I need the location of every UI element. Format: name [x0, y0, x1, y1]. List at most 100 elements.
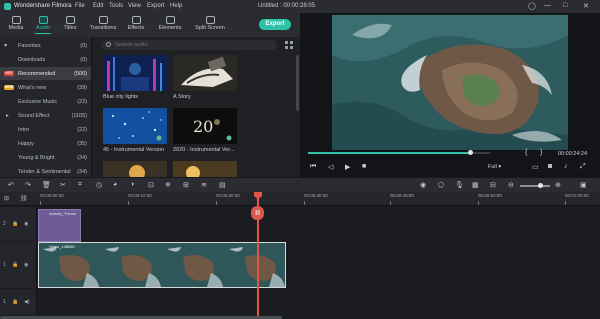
speaker-icon[interactable]: ◀) [24, 299, 30, 305]
music-note-icon [38, 16, 48, 24]
add-track-icon[interactable]: ⊞ [4, 195, 9, 202]
grid-view-icon[interactable] [285, 41, 293, 49]
snapshot-icon[interactable]: ◙ [548, 163, 552, 170]
voiceover-icon[interactable]: ▦ [472, 181, 479, 189]
close-icon[interactable]: ✕ [583, 2, 589, 10]
cut-icon[interactable]: ✂ [60, 181, 66, 189]
tab-effects[interactable]: Effects [122, 15, 150, 31]
video-clip[interactable]: Video_138960 [38, 242, 286, 288]
preview-panel: { } 00:00:24:24 ⏮ ◁ ▶ ■ Full ▾ ▭ ◙ ♪ ⤢ [300, 13, 600, 177]
account-icon[interactable]: ◯ [528, 2, 536, 10]
ruler-tick [478, 201, 479, 205]
zoom-in-icon[interactable]: ⊕ [555, 181, 561, 189]
more-icon[interactable]: ▤ [219, 181, 226, 189]
zoom-slider-knob[interactable] [538, 183, 543, 188]
track-head-video-2: 2 🔒 ◉ [0, 207, 37, 241]
tab-elements[interactable]: Elements [154, 15, 186, 31]
speed-icon[interactable]: ◷ [96, 181, 102, 189]
tab-audio[interactable]: Audio [29, 15, 57, 34]
tab-split-screen[interactable]: Split Screen [192, 15, 228, 31]
lock-icon[interactable]: 🔒 [12, 221, 18, 227]
frame-back-icon[interactable]: ◁ [328, 163, 333, 171]
sidebar-item-exclusive-music[interactable]: Exclusive Music (22) [0, 95, 91, 108]
preview-video-frame [332, 15, 568, 150]
undo-icon[interactable]: ↶ [8, 181, 14, 189]
audio-item-2020-instrumental-version[interactable]: 20 2020 - Instrumental Ver... [173, 108, 237, 153]
monitor-icon[interactable]: ▭ [532, 163, 539, 171]
title-bar: Wondershare Filmora File Edit Tools View… [0, 0, 600, 13]
microphone-icon[interactable]: 🎙 [455, 181, 464, 189]
volume-icon[interactable]: ♪ [564, 163, 568, 170]
audio-item-45-instrumental-version[interactable]: 45 - Instrumental Version [103, 108, 167, 153]
lock-icon[interactable]: 🔒 [12, 262, 18, 268]
split-icon[interactable]: ⊡ [148, 181, 154, 189]
audio-item-partial[interactable] [173, 161, 237, 177]
redo-icon[interactable]: ↷ [25, 181, 31, 189]
sidebar-item-recommended[interactable]: HOT Recommended (500) [0, 67, 91, 80]
track-number: 2 [3, 221, 6, 227]
color-icon[interactable]: ◕ [113, 181, 117, 188]
ruler-tick [216, 201, 217, 205]
menu-view[interactable]: View [128, 3, 141, 9]
audio-item-partial[interactable] [103, 161, 167, 177]
timeline-ruler[interactable]: 00:00:00:00 00:00:10:00 00:00:20:00 00:0… [0, 192, 600, 206]
export-button[interactable]: Export [259, 19, 291, 30]
audio-thumbnail [173, 161, 237, 177]
audio-clip-activity-theme[interactable]: Activity_Theme [38, 209, 81, 242]
lock-icon[interactable]: 🔒 [12, 299, 18, 305]
sidebar-item-sound-effect[interactable]: ▸ Sound Effect (1105) [0, 109, 91, 122]
zoom-fit-icon[interactable]: ⊞ [183, 181, 189, 189]
search-input[interactable] [115, 40, 265, 50]
render-icon[interactable]: ◉ [420, 181, 426, 189]
audio-adjust-icon[interactable]: ≋ [201, 181, 207, 189]
track-head-video-1: 1 🔒 ◉ [0, 242, 37, 288]
menu-file[interactable]: File [75, 3, 85, 9]
library-scrollbar[interactable] [296, 55, 299, 111]
green-screen-icon[interactable]: ◑ [130, 181, 134, 188]
tab-media[interactable]: Media [2, 15, 30, 31]
snapshot-timeline-icon[interactable]: ⊟ [490, 181, 496, 189]
maximize-icon[interactable]: □ [563, 2, 567, 9]
mark-in-button[interactable]: { [525, 149, 527, 156]
zoom-slider[interactable] [520, 183, 550, 188]
progress-fill [308, 152, 470, 154]
menu-edit[interactable]: Edit [93, 3, 103, 9]
eye-icon[interactable]: ◉ [24, 262, 28, 268]
sidebar-item-intro[interactable]: Intro (22) [0, 123, 91, 136]
freeze-icon[interactable]: ❄ [165, 181, 171, 189]
sidebar-item-tender-sentimental[interactable]: Tender & Sentimental (34) [0, 165, 91, 177]
audio-item-a-story[interactable]: A Story [173, 55, 237, 100]
sidebar-item-whats-new[interactable]: NEW What's new (39) [0, 81, 91, 94]
svg-text:20: 20 [193, 117, 213, 136]
progress-knob[interactable] [467, 150, 473, 155]
menu-help[interactable]: Help [170, 3, 182, 9]
marker-icon[interactable]: ⬠ [438, 181, 444, 189]
playback-progress-bar[interactable] [308, 150, 490, 155]
tab-transitions[interactable]: Transitions [87, 15, 119, 31]
sidebar-item-young-bright[interactable]: Young & Bright (34) [0, 151, 91, 164]
zoom-out-icon[interactable]: ⊖ [508, 181, 514, 189]
audio-item-blue-city-lights[interactable]: Blue city lights [103, 55, 167, 100]
media-toolbar: Media Audio Titles Transitions Effects E… [0, 13, 300, 37]
stop-icon[interactable]: ■ [362, 163, 366, 170]
delete-icon[interactable]: 🗑 [42, 181, 51, 189]
minimize-icon[interactable]: — [544, 2, 551, 9]
play-icon[interactable]: ▶ [345, 163, 350, 171]
layout-icon[interactable]: ▣ [580, 181, 587, 189]
step-back-icon[interactable]: ⏮ [310, 163, 316, 171]
mark-out-button[interactable]: } [540, 149, 542, 156]
crop-icon[interactable]: ⌗ [78, 181, 82, 189]
menu-export[interactable]: Export [147, 3, 164, 9]
sidebar-item-favorites[interactable]: ♥ Favorites (0) [0, 39, 91, 52]
playhead-marker[interactable]: ⛓ [251, 206, 264, 220]
sidebar-item-happy[interactable]: Happy (35) [0, 137, 91, 150]
fullscreen-icon[interactable]: ⤢ [580, 163, 586, 171]
tab-titles[interactable]: Titles [56, 15, 84, 31]
eye-icon[interactable]: ◉ [24, 221, 28, 227]
link-icon[interactable]: ⛓ [20, 195, 28, 202]
quality-select[interactable]: Full ▾ [488, 164, 501, 170]
menu-tools[interactable]: Tools [109, 3, 123, 9]
filmora-logo-icon [4, 3, 11, 10]
ruler-tick [304, 201, 305, 205]
sidebar-item-downloads[interactable]: Downloads (0) [0, 53, 91, 66]
